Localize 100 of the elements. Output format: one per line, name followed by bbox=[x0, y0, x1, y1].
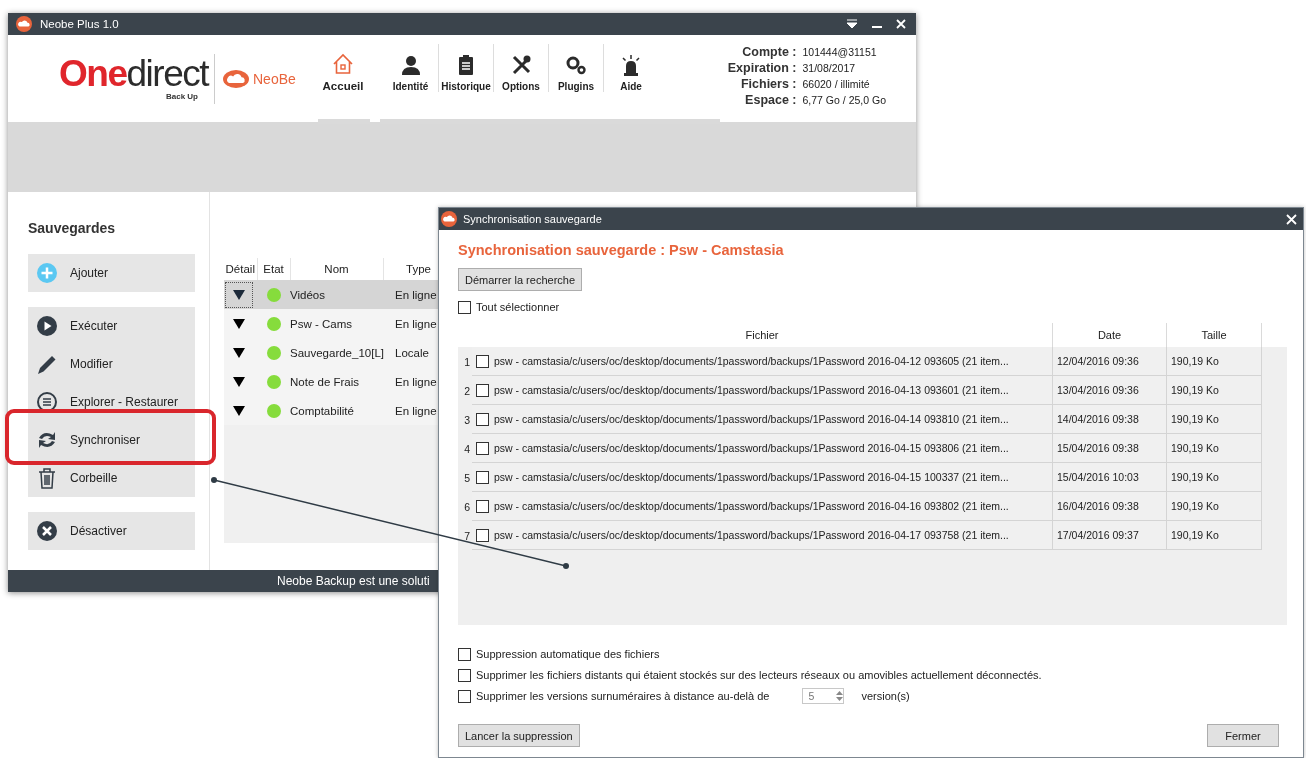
cloud-logo-icon bbox=[16, 16, 32, 32]
account-label: Expiration : bbox=[727, 60, 797, 75]
checkbox[interactable] bbox=[476, 441, 489, 455]
brand-logo: Onedirect Back Up bbox=[58, 56, 208, 101]
section-title: Sauvegardes bbox=[28, 220, 117, 236]
table-cell: psw - camstasia/c/users/oc/desktop/documents/1password/backups/1Password 2016-04-15 100337 (21 item... bbox=[494, 471, 1009, 483]
beacon-icon bbox=[620, 53, 642, 76]
delete-button[interactable]: Lancer la suppression bbox=[458, 724, 580, 747]
checkbox-label: Suppression automatique des fichiers bbox=[476, 648, 660, 660]
nav-tab[interactable]: Aide bbox=[603, 43, 658, 92]
sidebar-button[interactable]: Corbeille bbox=[28, 459, 195, 497]
table-cell: psw - camstasia/c/users/oc/desktop/documents/1password/backups/1Password 2016-04-12 093605 (21 item... bbox=[494, 355, 1009, 367]
tools-icon bbox=[510, 53, 532, 76]
table-cell: 190,19 Ko bbox=[1171, 355, 1219, 367]
table-cell: psw - camstasia/c/users/oc/desktop/documents/1password/backups/1Password 2016-04-15 093806 (21 item... bbox=[494, 442, 1009, 454]
table-row[interactable]: Psw - Cams En ligne bbox=[224, 309, 439, 338]
caret-icon[interactable] bbox=[233, 405, 245, 416]
caret-icon[interactable] bbox=[233, 289, 245, 300]
checkbox[interactable] bbox=[476, 354, 489, 368]
close-icon[interactable] bbox=[896, 19, 906, 29]
table-cell: 190,19 Ko bbox=[1171, 529, 1219, 541]
checkbox[interactable] bbox=[476, 499, 489, 513]
table-row[interactable]: Sauvegarde_10[L] Locale bbox=[224, 338, 439, 367]
table-cell: Locale bbox=[383, 338, 439, 367]
account-value: 31/08/2017 bbox=[802, 61, 857, 74]
table-cell: Vidéos bbox=[290, 280, 383, 309]
column-header: Date bbox=[1097, 329, 1122, 341]
checkbox[interactable] bbox=[476, 528, 489, 542]
cloud-logo-icon bbox=[441, 211, 457, 227]
table-cell: 12/04/2016 09:36 bbox=[1057, 355, 1139, 367]
number-spinner[interactable]: 5 bbox=[802, 688, 845, 704]
checkbox[interactable] bbox=[476, 412, 489, 426]
row-number: 7 bbox=[463, 528, 471, 544]
sidebar-button[interactable]: Exécuter bbox=[28, 307, 195, 345]
table-cell: 15/04/2016 10:03 bbox=[1057, 471, 1139, 483]
person-icon bbox=[399, 53, 422, 76]
row-number: 6 bbox=[463, 499, 471, 515]
nav-tab[interactable]: Plugins bbox=[548, 43, 603, 92]
caret-icon[interactable] bbox=[233, 318, 245, 329]
table-row[interactable]: Note de Frais En ligne bbox=[224, 367, 439, 396]
nav-tab[interactable]: Accueil bbox=[313, 43, 373, 92]
close-icon[interactable] bbox=[1286, 213, 1297, 225]
sidebar-button[interactable]: Explorer - Restaurer bbox=[28, 383, 195, 421]
table-cell: Sauvegarde_10[L] bbox=[290, 338, 383, 367]
row-number: 2 bbox=[463, 383, 471, 399]
status-text: Neobe Backup est une soluti bbox=[277, 574, 430, 588]
status-dot bbox=[266, 345, 281, 360]
checkbox[interactable] bbox=[458, 689, 471, 703]
checkbox[interactable] bbox=[458, 668, 471, 682]
row-number: 3 bbox=[463, 412, 471, 428]
table-cell: En ligne bbox=[383, 280, 439, 309]
column-header: Type bbox=[383, 258, 439, 280]
caret-icon[interactable] bbox=[233, 347, 245, 358]
window-title: Neobe Plus 1.0 bbox=[40, 18, 120, 30]
nav-tab[interactable]: Options bbox=[493, 43, 548, 92]
row-number: 4 bbox=[463, 441, 471, 457]
status-dot bbox=[266, 403, 281, 418]
dropdown-icon[interactable] bbox=[846, 19, 858, 29]
caret-icon[interactable] bbox=[233, 376, 245, 387]
house-icon bbox=[332, 52, 354, 75]
checkbox[interactable] bbox=[476, 470, 489, 484]
nav-tab[interactable]: Historique bbox=[438, 43, 493, 92]
table-cell: 17/04/2016 09:37 bbox=[1057, 529, 1139, 541]
account-value: 66020 / illimité bbox=[802, 77, 871, 90]
checkbox-label: Supprimer les fichiers distants qui étaient stockés sur des lecteurs réseaux ou amovibles actuellement déconnectés. bbox=[476, 669, 1042, 681]
checkbox[interactable] bbox=[476, 383, 489, 397]
trash-icon bbox=[36, 467, 58, 489]
table-cell: psw - camstasia/c/users/oc/desktop/documents/1password/backups/1Password 2016-04-13 093601 (21 item... bbox=[494, 384, 1009, 396]
checkbox-label: Supprimer les versions surnuméraires à distance au-delà de bbox=[476, 690, 770, 702]
table-cell: En ligne bbox=[383, 309, 439, 338]
table-cell: 13/04/2016 09:36 bbox=[1057, 384, 1139, 396]
table-cell: psw - camstasia/c/users/oc/desktop/documents/1password/backups/1Password 2016-04-16 093802 (21 item... bbox=[494, 500, 1009, 512]
sidebar-button[interactable]: Synchroniser bbox=[28, 421, 195, 459]
status-dot bbox=[266, 316, 281, 331]
table-cell: 15/04/2016 09:38 bbox=[1057, 442, 1139, 454]
dialog-heading: Synchronisation sauvegarde : Psw - Camstasia bbox=[458, 242, 785, 258]
checkbox[interactable] bbox=[458, 647, 471, 661]
table-cell: En ligne bbox=[383, 396, 439, 425]
table-cell: psw - camstasia/c/users/oc/desktop/documents/1password/backups/1Password 2016-04-14 093810 (21 item... bbox=[494, 413, 1009, 425]
table-cell: 190,19 Ko bbox=[1171, 500, 1219, 512]
account-value: 6,77 Go / 25,0 Go bbox=[802, 93, 886, 106]
account-label: Compte : bbox=[741, 44, 797, 59]
account-label: Espace : bbox=[744, 92, 797, 107]
nav-tab[interactable]: Identité bbox=[383, 43, 438, 92]
search-button[interactable]: Démarrer la recherche bbox=[458, 268, 583, 291]
table-cell: 190,19 Ko bbox=[1171, 442, 1219, 454]
row-number: 5 bbox=[463, 470, 471, 486]
checkbox[interactable] bbox=[458, 300, 471, 314]
table-row[interactable]: Comptabilité En ligne bbox=[224, 396, 439, 425]
table-cell: 14/04/2016 09:38 bbox=[1057, 413, 1139, 425]
sidebar-button[interactable]: Désactiver bbox=[28, 512, 195, 550]
table-row[interactable]: Vidéos En ligne bbox=[224, 280, 439, 309]
account-label: Fichiers : bbox=[739, 76, 797, 91]
play-icon bbox=[36, 315, 58, 337]
sidebar-button[interactable]: Ajouter bbox=[28, 254, 195, 292]
pencil-icon bbox=[36, 353, 58, 375]
table-cell: psw - camstasia/c/users/oc/desktop/documents/1password/backups/1Password 2016-04-17 093758 (21 item... bbox=[494, 529, 1009, 541]
sidebar-button[interactable]: Modifier bbox=[28, 345, 195, 383]
row-number: 1 bbox=[463, 354, 471, 370]
close-button[interactable]: Fermer bbox=[1207, 724, 1279, 747]
